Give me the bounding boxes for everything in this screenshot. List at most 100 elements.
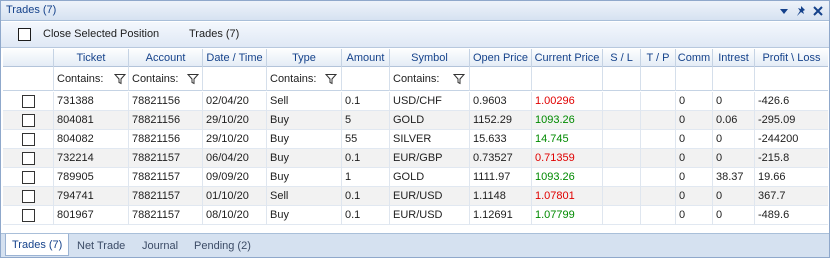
dropdown-icon[interactable]: [777, 4, 791, 18]
table-row[interactable]: 794741 78821157 01/10/20 Sell 0.1 EUR/USD 1.11…: [3, 187, 828, 206]
close-selected-button[interactable]: Close Selected Position: [43, 28, 159, 40]
row-select-checkbox[interactable]: [3, 130, 54, 149]
cell-symbol: EUR/GBP: [390, 149, 470, 168]
header-current-price[interactable]: Current Price: [532, 49, 603, 67]
cell-current-price: 1093.26: [532, 168, 603, 187]
filter-icon[interactable]: [186, 73, 200, 85]
cell-current-price: 1.07799: [532, 206, 603, 225]
filter-profit-loss[interactable]: [755, 67, 828, 91]
cell-interest: 0: [713, 206, 755, 225]
header-select[interactable]: [3, 49, 54, 67]
cell-tp: [641, 149, 676, 168]
cell-comm: 0: [676, 149, 713, 168]
cell-datetime: 02/04/20: [203, 92, 267, 111]
cell-current-price: 1.00296: [532, 92, 603, 111]
row-select-checkbox[interactable]: [3, 168, 54, 187]
filter-icon[interactable]: [113, 73, 127, 85]
cell-open-price: 15.633: [470, 130, 532, 149]
checkbox-icon[interactable]: [22, 133, 35, 146]
cell-sl: [603, 92, 641, 111]
header-profit-loss[interactable]: Profit \ Loss: [755, 49, 828, 67]
filter-type[interactable]: Contains:: [267, 67, 342, 91]
tab-trades[interactable]: Trades (7): [5, 234, 70, 256]
tab-pending[interactable]: Pending (2): [188, 237, 257, 256]
filter-amount[interactable]: [342, 67, 390, 91]
filter-ticket[interactable]: Contains:: [54, 67, 129, 91]
cell-type: Sell: [267, 187, 342, 206]
cell-ticket: 804082: [54, 130, 129, 149]
filter-tp[interactable]: [641, 67, 676, 91]
cell-account: 78821156: [129, 130, 203, 149]
checkbox-icon[interactable]: [22, 114, 35, 127]
table-row[interactable]: 789905 78821157 09/09/20 Buy 1 GOLD 1111.97 109…: [3, 168, 828, 187]
filter-icon[interactable]: [324, 73, 338, 85]
row-select-checkbox[interactable]: [3, 111, 54, 130]
cell-amount: 0.1: [342, 187, 390, 206]
checkbox-icon[interactable]: [22, 209, 35, 222]
table-row[interactable]: 731388 78821156 02/04/20 Sell 0.1 USD/CHF 0.96…: [3, 92, 828, 111]
trades-count-label: Trades (7): [189, 28, 240, 40]
tab-journal[interactable]: Journal: [136, 237, 184, 256]
filter-current-price[interactable]: [532, 67, 603, 91]
header-amount[interactable]: Amount: [342, 49, 390, 67]
cell-amount: 0.1: [342, 206, 390, 225]
cell-type: Buy: [267, 168, 342, 187]
cell-ticket: 731388: [54, 92, 129, 111]
table-row[interactable]: 801967 78821157 08/10/20 Buy 0.1 EUR/USD 1.126…: [3, 206, 828, 225]
pin-icon[interactable]: [794, 4, 808, 18]
cell-comm: 0: [676, 168, 713, 187]
cell-symbol: GOLD: [390, 111, 470, 130]
header-account[interactable]: Account: [129, 49, 203, 67]
cell-amount: 0.1: [342, 92, 390, 111]
checkbox-icon[interactable]: [22, 152, 35, 165]
row-select-checkbox[interactable]: [3, 206, 54, 225]
cell-type: Buy: [267, 130, 342, 149]
header-sl[interactable]: S / L: [603, 49, 641, 67]
filter-icon[interactable]: [452, 73, 466, 85]
cell-type: Buy: [267, 206, 342, 225]
tab-net-trade[interactable]: Net Trade: [71, 237, 131, 256]
cell-current-price: 1093.26: [532, 111, 603, 130]
cell-ticket: 789905: [54, 168, 129, 187]
header-comm[interactable]: Comm: [676, 49, 713, 67]
row-select-checkbox[interactable]: [3, 92, 54, 111]
filter-symbol-label: Contains:: [393, 73, 440, 85]
table-row[interactable]: 732214 78821157 06/04/20 Buy 0.1 EUR/GBP 0.735…: [3, 149, 828, 168]
checkbox-icon[interactable]: [22, 190, 35, 203]
row-select-checkbox[interactable]: [3, 149, 54, 168]
table-row[interactable]: 804082 78821156 29/10/20 Buy 55 SILVER 15.633 1…: [3, 130, 828, 149]
cell-datetime: 09/09/20: [203, 168, 267, 187]
toolbar: Close Selected Position Trades (7): [1, 22, 829, 48]
table-row[interactable]: 804081 78821156 29/10/20 Buy 5 GOLD 1152.29 109…: [3, 111, 828, 130]
cell-open-price: 1152.29: [470, 111, 532, 130]
filter-comm[interactable]: [676, 67, 713, 91]
cell-open-price: 1.12691: [470, 206, 532, 225]
header-ticket[interactable]: Ticket: [54, 49, 129, 67]
cell-symbol: EUR/USD: [390, 206, 470, 225]
header-datetime[interactable]: Date / Time: [203, 49, 267, 67]
cell-symbol: EUR/USD: [390, 187, 470, 206]
row-select-checkbox[interactable]: [3, 187, 54, 206]
cell-interest: 0: [713, 187, 755, 206]
cell-current-price: 0.71359: [532, 149, 603, 168]
filter-account[interactable]: Contains:: [129, 67, 203, 91]
filter-open-price[interactable]: [470, 67, 532, 91]
header-tp[interactable]: T / P: [641, 49, 676, 67]
filter-symbol[interactable]: Contains:: [390, 67, 470, 91]
header-open-price[interactable]: Open Price: [470, 49, 532, 67]
header-interest[interactable]: Intrest: [713, 49, 755, 67]
filter-row: Contains: Contains: Contains: Contains:: [3, 67, 828, 91]
checkbox-icon[interactable]: [22, 171, 35, 184]
checkbox-icon[interactable]: [22, 95, 35, 108]
cell-ticket: 794741: [54, 187, 129, 206]
header-symbol[interactable]: Symbol: [390, 49, 470, 67]
cell-ticket: 804081: [54, 111, 129, 130]
filter-interest[interactable]: [713, 67, 755, 91]
filter-sl[interactable]: [603, 67, 641, 91]
close-icon[interactable]: [811, 4, 825, 18]
cell-profit-loss: 367.7: [758, 190, 786, 202]
header-type[interactable]: Type: [267, 49, 342, 67]
cell-account: 78821157: [129, 206, 203, 225]
close-selected-checkbox[interactable]: [18, 28, 31, 41]
filter-datetime[interactable]: [203, 67, 267, 91]
